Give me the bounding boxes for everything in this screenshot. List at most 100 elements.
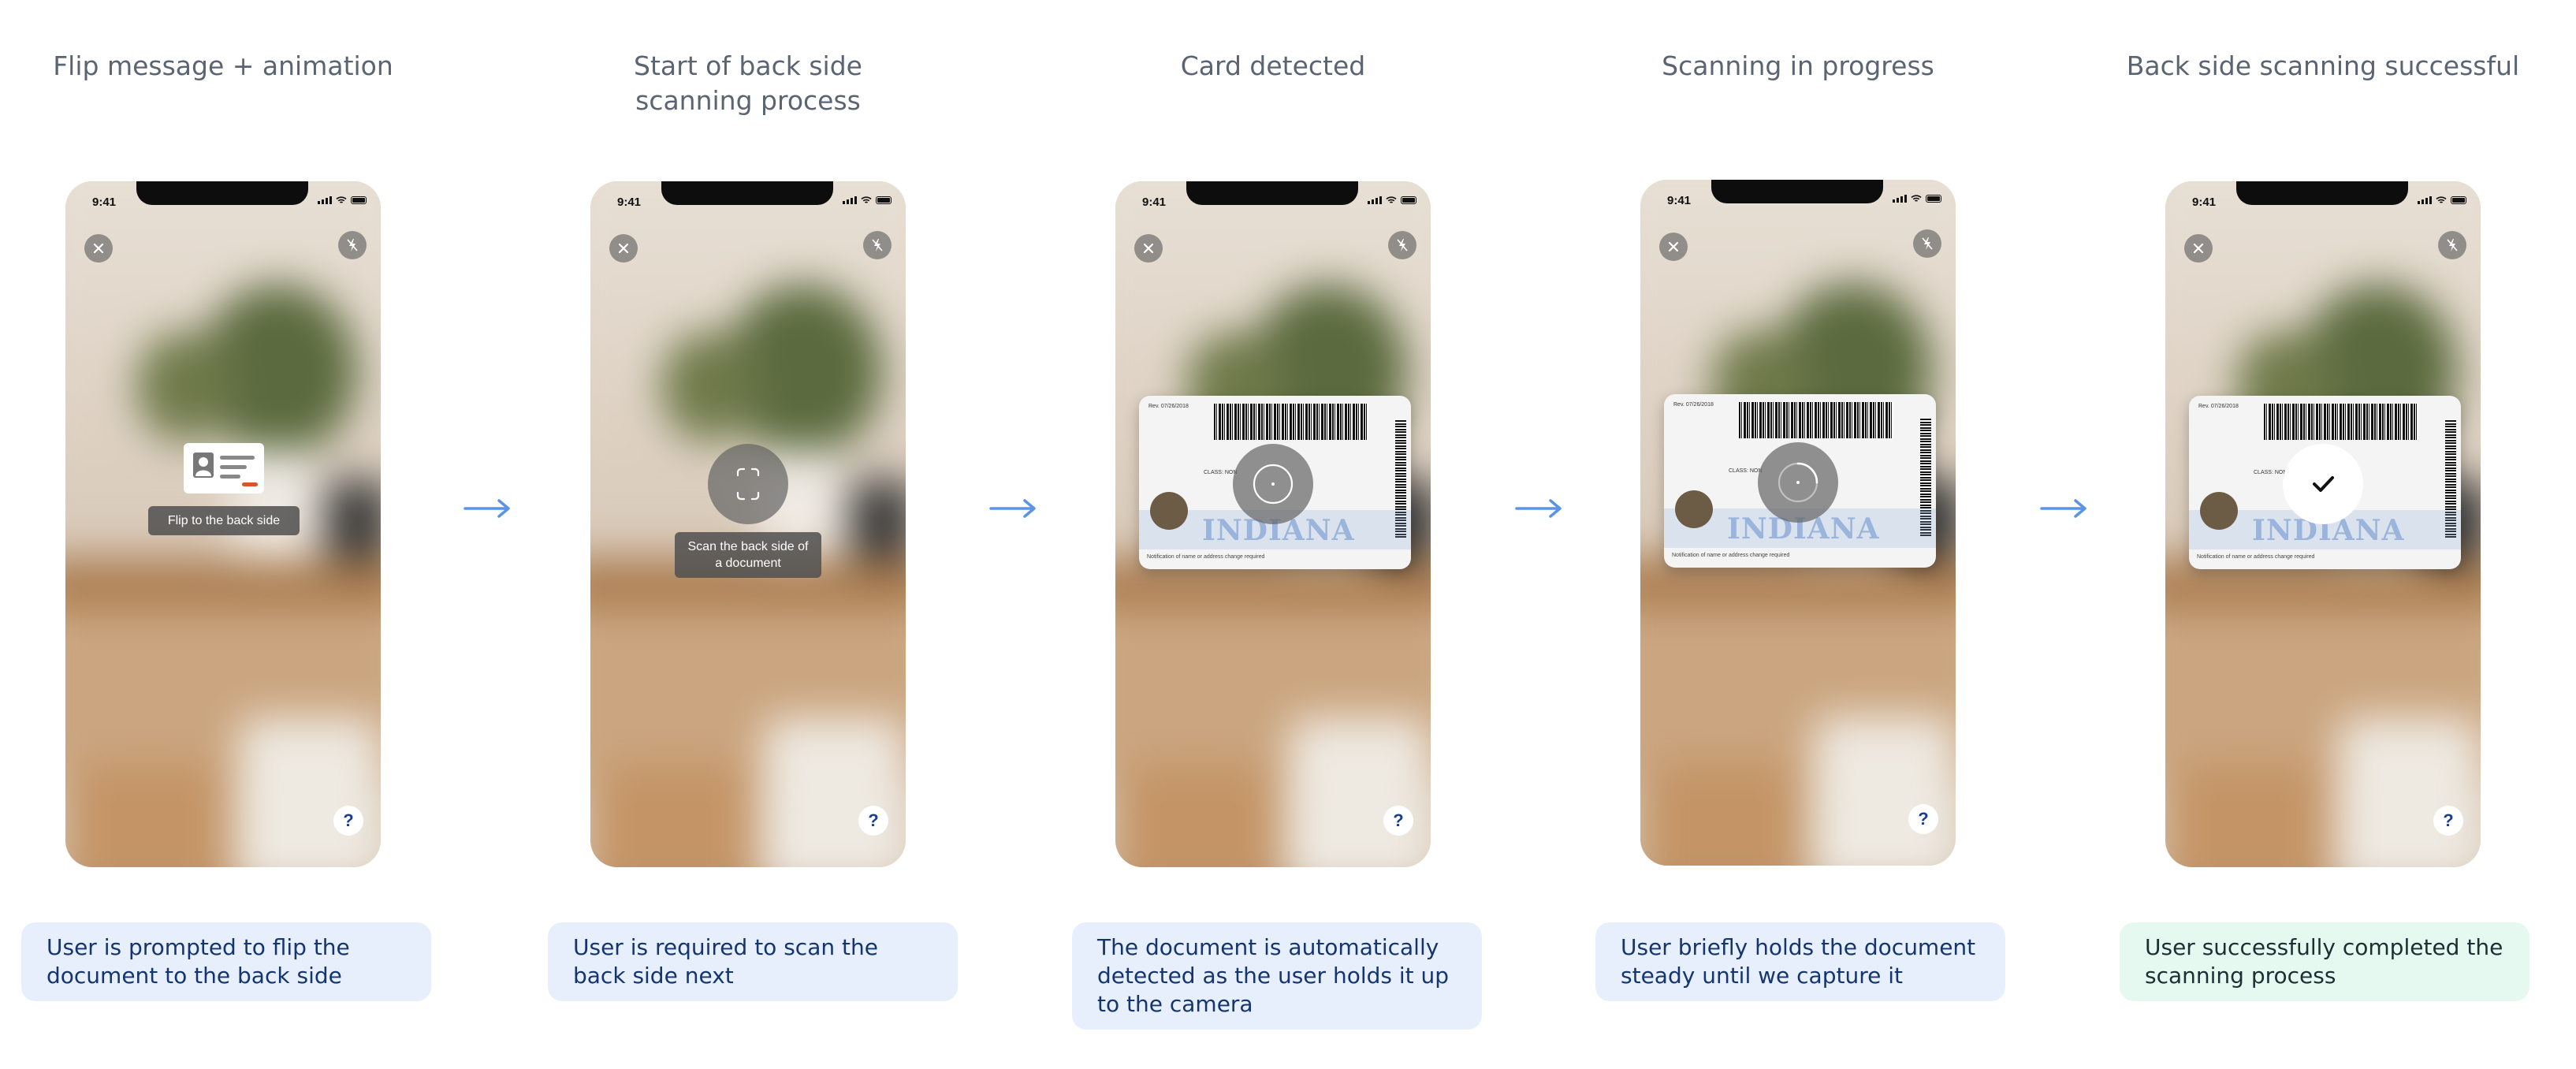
wifi-icon	[1911, 194, 1922, 202]
phone-screen: 9:41 Scan the back side of a document ?	[590, 181, 906, 867]
close-icon	[93, 243, 104, 254]
card-rev-date: Rev. 07/26/2018	[2198, 404, 2239, 409]
card-notice: Notification of name or address change r…	[1672, 553, 1790, 558]
id-card-icon	[184, 443, 264, 494]
wifi-icon	[861, 196, 872, 203]
card-notice: Notification of name or address change r…	[2197, 554, 2315, 560]
step-caption: User is prompted to flip the document to…	[21, 922, 431, 1001]
card-barcode	[1214, 404, 1368, 440]
step-title: Scanning in progress	[1662, 50, 1934, 81]
card-notice: Notification of name or address change r…	[1147, 554, 1265, 560]
step-title: Card detected	[1180, 50, 1366, 81]
signal-icon	[843, 196, 857, 204]
battery-icon	[1401, 196, 1416, 204]
close-icon	[618, 243, 629, 254]
phone-screen: 9:41 Flip to the back side ?	[65, 181, 381, 867]
step-caption: User is required to scan the back side n…	[548, 922, 958, 1001]
instruction-tooltip: Flip to the back side	[148, 506, 300, 535]
flash-off-icon	[1922, 237, 1933, 250]
scan-indicator	[708, 444, 788, 524]
status-icons	[318, 196, 367, 204]
close-button[interactable]	[2184, 234, 2213, 263]
help-icon: ?	[343, 810, 354, 830]
arrow-right-icon	[1515, 499, 1562, 518]
status-icons	[2418, 196, 2466, 204]
flash-toggle-button[interactable]	[338, 231, 367, 259]
signal-icon	[1893, 194, 1907, 203]
help-icon: ?	[2443, 810, 2454, 830]
card-rev-date: Rev. 07/26/2018	[1148, 404, 1189, 409]
flash-toggle-button[interactable]	[2438, 231, 2466, 259]
close-icon	[1668, 241, 1679, 252]
signal-icon	[2418, 196, 2432, 204]
card-seal	[2200, 492, 2238, 530]
card-seal	[1150, 492, 1188, 530]
step-caption: User briefly holds the document steady u…	[1595, 922, 2005, 1001]
phone-screen: 9:41 Rev. 07/26/2018 CLASS: NON INDIANA …	[1115, 181, 1431, 867]
card-rev-date: Rev. 07/26/2018	[1673, 402, 1714, 408]
battery-icon	[1926, 194, 1941, 203]
instruction-tooltip: Scan the back side of a document	[675, 532, 821, 578]
close-button[interactable]	[1659, 233, 1688, 261]
close-button[interactable]	[1134, 234, 1163, 263]
help-button[interactable]: ?	[333, 806, 363, 836]
flash-off-icon	[1397, 239, 1408, 251]
arrow-right-icon	[463, 499, 510, 518]
status-icons	[843, 196, 892, 204]
phone-notch	[661, 181, 833, 205]
scan-indicator	[1233, 444, 1313, 524]
help-button[interactable]: ?	[2433, 806, 2463, 836]
flash-off-icon	[872, 239, 883, 251]
scan-target-icon	[1253, 464, 1294, 505]
step-title: Flip message + animation	[53, 50, 393, 81]
flash-off-icon	[2447, 239, 2458, 251]
help-button[interactable]: ?	[1383, 806, 1413, 836]
wifi-icon	[1386, 196, 1397, 203]
card-barcode	[1739, 402, 1893, 438]
battery-icon	[351, 196, 367, 204]
status-icons	[1368, 196, 1416, 204]
step-caption: User successfully completed the scanning…	[2120, 922, 2529, 1001]
status-time: 9:41	[2192, 196, 2217, 209]
flash-toggle-button[interactable]	[1913, 229, 1941, 258]
step-flip-message: Flip message + animation 9:41 Flip to th…	[2, 0, 444, 1069]
scan-frame-icon	[736, 467, 760, 501]
arrow-right-icon	[2040, 499, 2086, 518]
flash-off-icon	[347, 239, 358, 251]
phone-notch	[1186, 181, 1358, 205]
arrow-right-icon	[989, 499, 1036, 518]
step-title: Back side scanning successful	[2126, 50, 2520, 81]
checkmark-icon	[2313, 476, 2334, 492]
card-seal	[1675, 490, 1713, 528]
close-button[interactable]	[84, 234, 113, 263]
scan-indicator	[1758, 442, 1838, 523]
scan-progress-icon	[1778, 462, 1818, 503]
close-button[interactable]	[609, 234, 638, 263]
wifi-icon	[2436, 196, 2447, 203]
help-icon: ?	[868, 810, 879, 830]
step-card-detected: Card detected 9:41 Rev. 07/26/2018 CLASS…	[1052, 0, 1494, 1069]
status-icons	[1893, 194, 1941, 203]
flash-toggle-button[interactable]	[1388, 231, 1416, 259]
flash-toggle-button[interactable]	[863, 231, 892, 259]
status-time: 9:41	[1667, 194, 1692, 207]
step-scanning-progress: Scanning in progress 9:41 Rev. 07/26/201…	[1577, 0, 2019, 1069]
signal-icon	[318, 196, 332, 204]
close-icon	[1143, 243, 1154, 254]
step-scan-success: Back side scanning successful 9:41 Rev. …	[2102, 0, 2544, 1069]
step-start-back-scan: Start of back side scanning process 9:41…	[527, 0, 969, 1069]
phone-notch	[1711, 180, 1883, 203]
battery-icon	[2451, 196, 2466, 204]
help-button[interactable]: ?	[1908, 804, 1938, 834]
signal-icon	[1368, 196, 1382, 204]
success-indicator	[2283, 444, 2363, 524]
close-icon	[2193, 243, 2204, 254]
help-button[interactable]: ?	[858, 806, 888, 836]
step-title: Start of back side scanning process	[634, 50, 862, 116]
status-time: 9:41	[1142, 196, 1167, 209]
wifi-icon	[336, 196, 347, 203]
help-icon: ?	[1918, 809, 1929, 829]
phone-screen: 9:41 Rev. 07/26/2018 CLASS: NON INDIANA …	[1640, 180, 1956, 866]
phone-notch	[136, 181, 308, 205]
status-time: 9:41	[617, 196, 642, 209]
